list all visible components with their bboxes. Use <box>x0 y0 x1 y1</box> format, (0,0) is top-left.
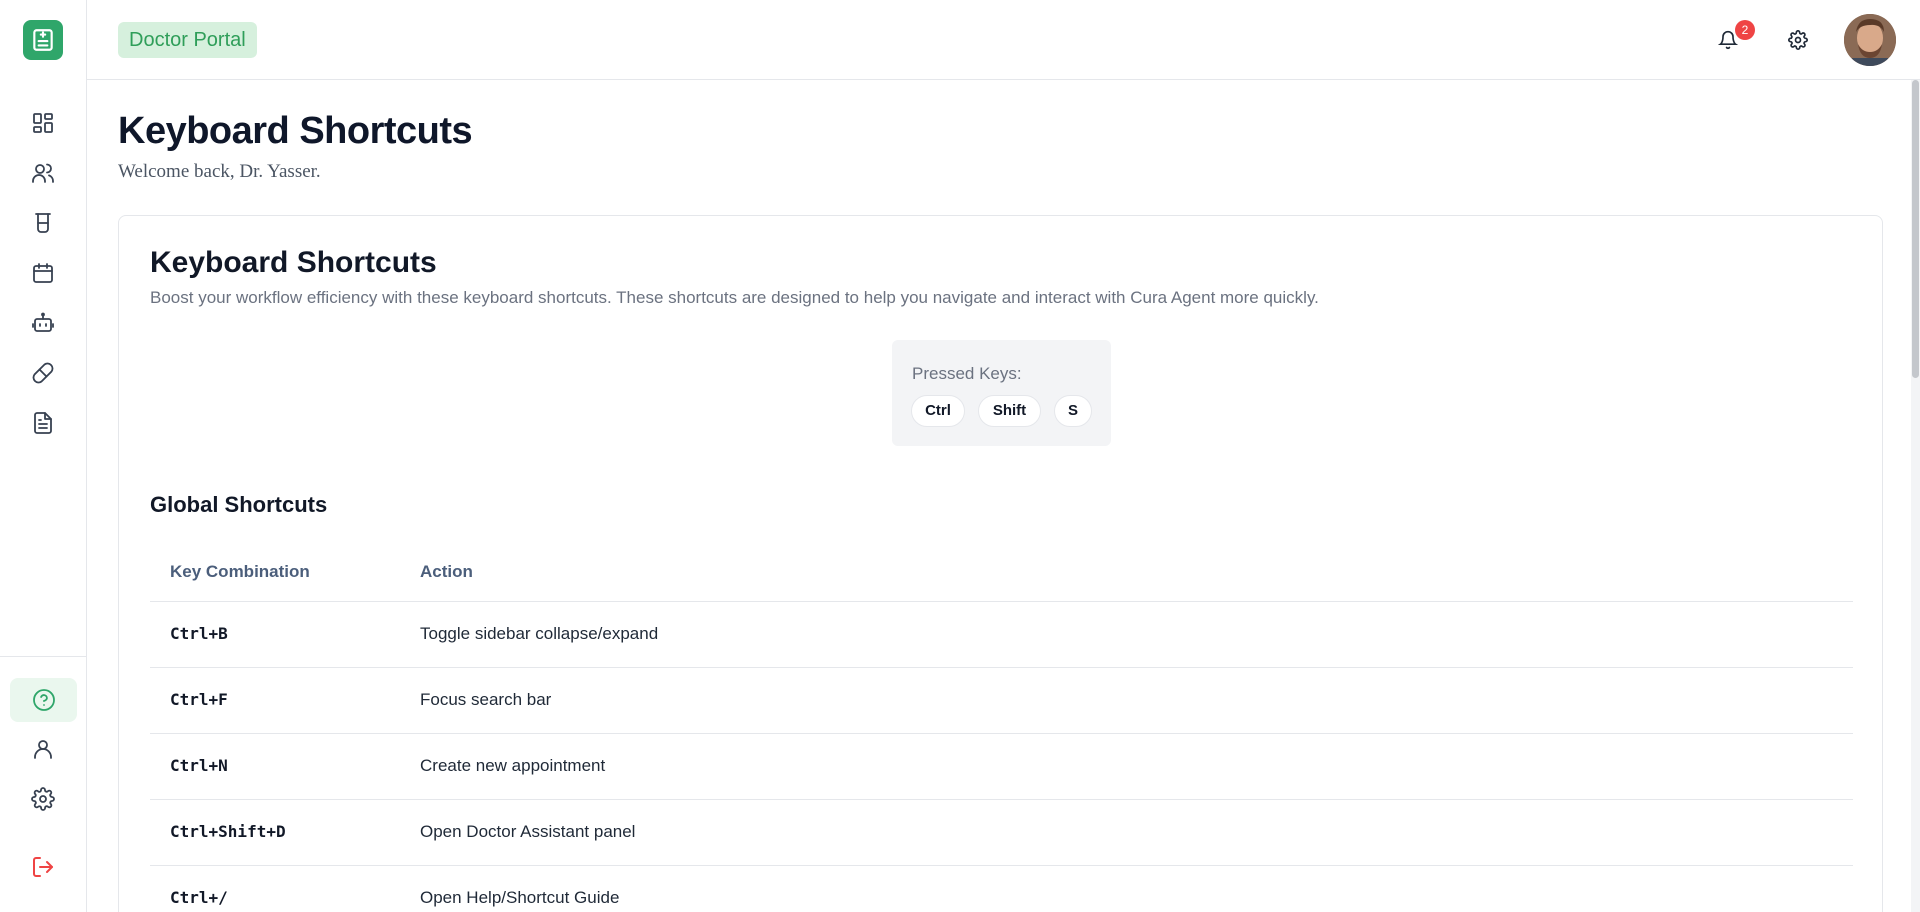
gear-icon <box>1788 30 1808 50</box>
dashboard-grid-icon <box>33 113 53 133</box>
table-row: Ctrl+N Create new appointment <box>150 734 1853 800</box>
shortcut-keys: Ctrl+F <box>170 690 228 709</box>
shortcut-action: Focus search bar <box>420 690 552 709</box>
shortcuts-card: Keyboard Shortcuts Boost your workflow e… <box>118 215 1883 912</box>
pressed-keys-panel: Pressed Keys: Ctrl Shift S <box>892 340 1111 446</box>
user-avatar[interactable] <box>1844 14 1896 66</box>
help-circle-icon <box>32 689 55 711</box>
portal-badge: Doctor Portal <box>118 22 257 58</box>
top-header: Doctor Portal 2 <box>87 0 1920 80</box>
users-icon <box>32 163 54 183</box>
card-title: Keyboard Shortcuts <box>150 246 437 279</box>
settings-button[interactable] <box>1783 25 1813 55</box>
pressed-keys-label: Pressed Keys: <box>912 364 1022 383</box>
page-subtitle: Welcome back, Dr. Yasser. <box>118 161 321 182</box>
sidebar-item-lab[interactable] <box>22 202 64 244</box>
shortcut-keys: Ctrl+Shift+D <box>170 822 286 841</box>
sidebar-item-dashboard[interactable] <box>22 102 64 144</box>
pressed-key-pill: Shift <box>978 395 1041 427</box>
document-icon <box>34 412 52 434</box>
table-row: Ctrl+Shift+D Open Doctor Assistant panel <box>150 800 1853 866</box>
sidebar-item-help[interactable] <box>10 678 77 722</box>
avatar-photo <box>1844 14 1896 66</box>
pill-icon <box>32 362 54 384</box>
shortcut-keys: Ctrl+N <box>170 756 228 775</box>
table-row: Ctrl+/ Open Help/Shortcut Guide <box>150 866 1853 912</box>
hospital-logo-icon <box>33 29 53 51</box>
robot-icon <box>32 312 54 332</box>
gear-icon <box>31 787 55 811</box>
app-logo[interactable] <box>23 20 63 60</box>
sidebar-item-prescriptions[interactable] <box>22 352 64 394</box>
global-shortcuts-table: Key Combination Action Ctrl+B Toggle sid… <box>150 542 1853 912</box>
shortcut-action: Open Doctor Assistant panel <box>420 822 636 841</box>
shortcut-action: Toggle sidebar collapse/expand <box>420 624 659 643</box>
shortcut-keys: Ctrl+/ <box>170 888 228 907</box>
sidebar-divider <box>0 656 87 657</box>
sidebar-item-profile[interactable] <box>22 728 64 770</box>
table-row: Ctrl+B Toggle sidebar collapse/expand <box>150 602 1853 668</box>
sidebar-item-documents[interactable] <box>22 402 64 444</box>
logout-icon <box>33 857 53 877</box>
global-shortcuts-title: Global Shortcuts <box>150 492 328 517</box>
sidebar-item-calendar[interactable] <box>22 252 64 294</box>
page-title: Keyboard Shortcuts <box>118 110 473 152</box>
user-icon <box>34 740 52 759</box>
beaker-icon <box>35 213 51 233</box>
pressed-key-pill: Ctrl <box>911 395 965 427</box>
card-description: Boost your workflow efficiency with thes… <box>150 288 1319 307</box>
sidebar-item-settings[interactable] <box>22 778 64 820</box>
column-header-key-combination: Key Combination <box>170 562 310 581</box>
sidebar-item-assistant[interactable] <box>22 302 64 344</box>
pressed-key-pill: S <box>1054 395 1092 427</box>
sidebar-item-logout[interactable] <box>22 846 64 888</box>
calendar-icon <box>33 263 53 283</box>
notification-count-badge: 2 <box>1735 20 1755 40</box>
shortcut-action: Create new appointment <box>420 756 606 775</box>
table-header-row: Key Combination Action <box>150 542 1853 602</box>
page-scrollbar-thumb[interactable] <box>1912 80 1919 378</box>
table-row: Ctrl+F Focus search bar <box>150 668 1853 734</box>
shortcut-action: Open Help/Shortcut Guide <box>420 888 620 907</box>
shortcut-keys: Ctrl+B <box>170 624 228 643</box>
sidebar-item-patients[interactable] <box>22 152 64 194</box>
sidebar <box>0 0 87 912</box>
column-header-action: Action <box>420 562 473 581</box>
